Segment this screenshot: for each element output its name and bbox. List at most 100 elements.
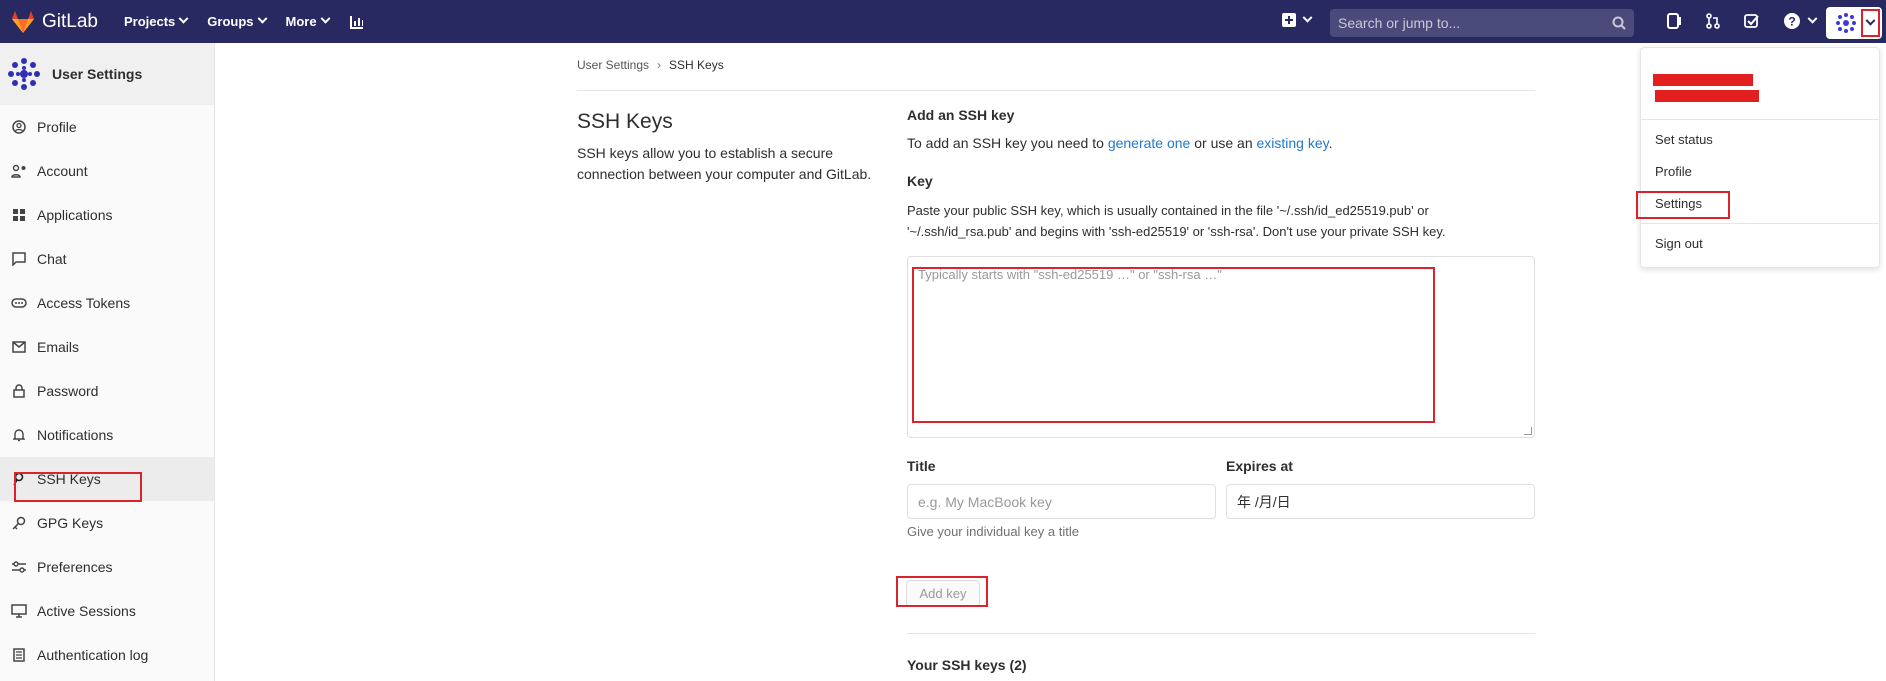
add-ssh-key-intro: To add an SSH key you need to generate o… bbox=[907, 135, 1333, 151]
nav-more[interactable]: More bbox=[285, 13, 331, 29]
profile-menu-item[interactable]: Profile bbox=[1655, 164, 1692, 179]
redacted-handle bbox=[1655, 90, 1759, 102]
sidebar-item-authentication-log[interactable]: Authentication log bbox=[0, 633, 214, 677]
sidebar-item-label: Account bbox=[37, 163, 88, 179]
new-item-button[interactable] bbox=[1282, 12, 1313, 27]
key-placeholder: Typically starts with "ssh-ed25519 …" or… bbox=[918, 267, 1222, 282]
search-placeholder: Search or jump to... bbox=[1338, 15, 1461, 31]
sidebar-item-label: Access Tokens bbox=[37, 295, 131, 311]
sidebar-item-account[interactable]: Account bbox=[0, 149, 214, 193]
sidebar-item-label: Profile bbox=[37, 119, 77, 135]
resize-handle-icon[interactable] bbox=[1524, 427, 1532, 435]
your-ssh-keys-heading: Your SSH keys (2) bbox=[907, 657, 1027, 673]
chevron-down-icon bbox=[320, 13, 331, 24]
avatar-icon bbox=[1835, 13, 1856, 33]
sidebar-item-password[interactable]: Password bbox=[0, 369, 214, 413]
issues-icon[interactable] bbox=[1666, 13, 1682, 29]
sidebar-item-label: SSH Keys bbox=[37, 471, 101, 487]
access-tokens-icon bbox=[11, 295, 27, 311]
sidebar-item-emails[interactable]: Emails bbox=[0, 325, 214, 369]
add-key-button[interactable]: Add key bbox=[906, 580, 980, 607]
user-dropdown-menu: Set status Profile Settings Sign out bbox=[1640, 47, 1880, 268]
form-divider bbox=[907, 633, 1535, 634]
plus-square-icon bbox=[1282, 13, 1296, 27]
settings-menu-item[interactable]: Settings bbox=[1655, 196, 1702, 211]
user-avatar-icon bbox=[8, 58, 40, 90]
sidebar-header[interactable]: User Settings bbox=[0, 43, 214, 105]
breadcrumb-current[interactable]: SSH Keys bbox=[669, 58, 724, 72]
account-icon bbox=[11, 163, 27, 179]
redacted-username bbox=[1653, 74, 1753, 86]
sidebar-item-label: Active Sessions bbox=[37, 603, 136, 619]
log-icon bbox=[11, 647, 27, 663]
email-icon bbox=[11, 339, 27, 355]
title-hint: Give your individual key a title bbox=[907, 524, 1079, 539]
user-avatar-button[interactable] bbox=[1826, 7, 1882, 39]
chevron-down-icon bbox=[1807, 13, 1818, 24]
sidebar-item-label: Emails bbox=[37, 339, 80, 355]
intro-text: . bbox=[1328, 135, 1333, 151]
breadcrumb-user-settings[interactable]: User Settings bbox=[577, 58, 649, 72]
chevron-down-icon bbox=[178, 13, 189, 24]
generate-one-link[interactable]: generate one bbox=[1108, 135, 1191, 151]
sidebar-item-label: Preferences bbox=[37, 559, 113, 575]
key-label: Key bbox=[907, 173, 933, 189]
key-textarea[interactable]: Typically starts with "ssh-ed25519 …" or… bbox=[907, 256, 1535, 438]
activity-chart-icon[interactable] bbox=[349, 14, 365, 30]
preferences-icon bbox=[11, 559, 27, 575]
brand-name: GitLab bbox=[42, 10, 98, 32]
intro-text: or use an bbox=[1190, 135, 1257, 151]
sidebar-item-label: GPG Keys bbox=[37, 515, 104, 531]
sidebar-item-notifications[interactable]: Notifications bbox=[0, 413, 214, 457]
bell-icon bbox=[11, 427, 27, 443]
sidebar-item-chat[interactable]: Chat bbox=[0, 237, 214, 281]
chevron-right-icon: › bbox=[657, 58, 662, 72]
nav-projects[interactable]: Projects bbox=[124, 13, 189, 29]
sidebar-item-active-sessions[interactable]: Active Sessions bbox=[0, 589, 214, 633]
title-input[interactable]: e.g. My MacBook key bbox=[907, 484, 1216, 519]
sidebar-item-preferences[interactable]: Preferences bbox=[0, 545, 214, 589]
chevron-down-icon bbox=[1865, 15, 1875, 26]
profile-icon bbox=[11, 119, 27, 135]
sidebar-item-profile[interactable]: Profile bbox=[0, 105, 214, 149]
dropdown-divider bbox=[1641, 223, 1879, 224]
key-help-text: Paste your public SSH key, which is usua… bbox=[907, 203, 1446, 239]
sidebar-item-label: Chat bbox=[37, 251, 67, 267]
search-icon bbox=[1612, 16, 1626, 30]
svg-text:?: ? bbox=[1788, 15, 1795, 29]
dropdown-divider bbox=[1641, 119, 1879, 120]
sidebar-item-gpg-keys[interactable]: GPG Keys bbox=[0, 501, 214, 545]
sidebar-item-label: Notifications bbox=[37, 427, 114, 443]
nav-groups-label: Groups bbox=[207, 14, 254, 29]
sidebar-item-ssh-keys[interactable]: SSH Keys bbox=[0, 457, 214, 501]
expires-at-value: 年 /月/日 bbox=[1237, 493, 1291, 510]
sidebar-item-access-tokens[interactable]: Access Tokens bbox=[0, 281, 214, 325]
page-title: SSH Keys bbox=[577, 110, 673, 133]
lock-icon bbox=[11, 383, 27, 399]
set-status-menu-item[interactable]: Set status bbox=[1655, 132, 1713, 147]
gitlab-logo-icon bbox=[12, 10, 34, 33]
merge-request-icon[interactable] bbox=[1705, 13, 1721, 29]
chevron-down-icon bbox=[1302, 12, 1313, 23]
top-navbar: GitLab Projects Groups More Search or ju… bbox=[0, 0, 1886, 43]
page-description: SSH keys allow you to establish a secure… bbox=[577, 145, 872, 182]
expires-at-label: Expires at bbox=[1226, 458, 1293, 474]
applications-icon bbox=[11, 207, 27, 223]
title-placeholder: e.g. My MacBook key bbox=[918, 493, 1052, 510]
todo-icon[interactable] bbox=[1744, 13, 1760, 29]
sidebar-item-applications[interactable]: Applications bbox=[0, 193, 214, 237]
expires-at-date-input[interactable]: 年 /月/日 bbox=[1226, 484, 1535, 519]
breadcrumb-divider bbox=[577, 90, 1535, 91]
search-input[interactable]: Search or jump to... bbox=[1330, 9, 1634, 37]
nav-groups[interactable]: Groups bbox=[207, 13, 267, 29]
nav-more-label: More bbox=[285, 14, 317, 29]
help-button[interactable]: ? bbox=[1783, 12, 1818, 30]
monitor-icon bbox=[11, 603, 27, 619]
existing-key-link[interactable]: existing key bbox=[1257, 135, 1329, 151]
gitlab-home-link[interactable]: GitLab bbox=[10, 9, 98, 35]
intro-text: To add an SSH key you need to bbox=[907, 135, 1108, 151]
title-label: Title bbox=[907, 458, 936, 474]
sign-out-menu-item[interactable]: Sign out bbox=[1655, 236, 1703, 251]
sidebar-item-label: Applications bbox=[37, 207, 113, 223]
sidebar-title: User Settings bbox=[52, 66, 143, 82]
